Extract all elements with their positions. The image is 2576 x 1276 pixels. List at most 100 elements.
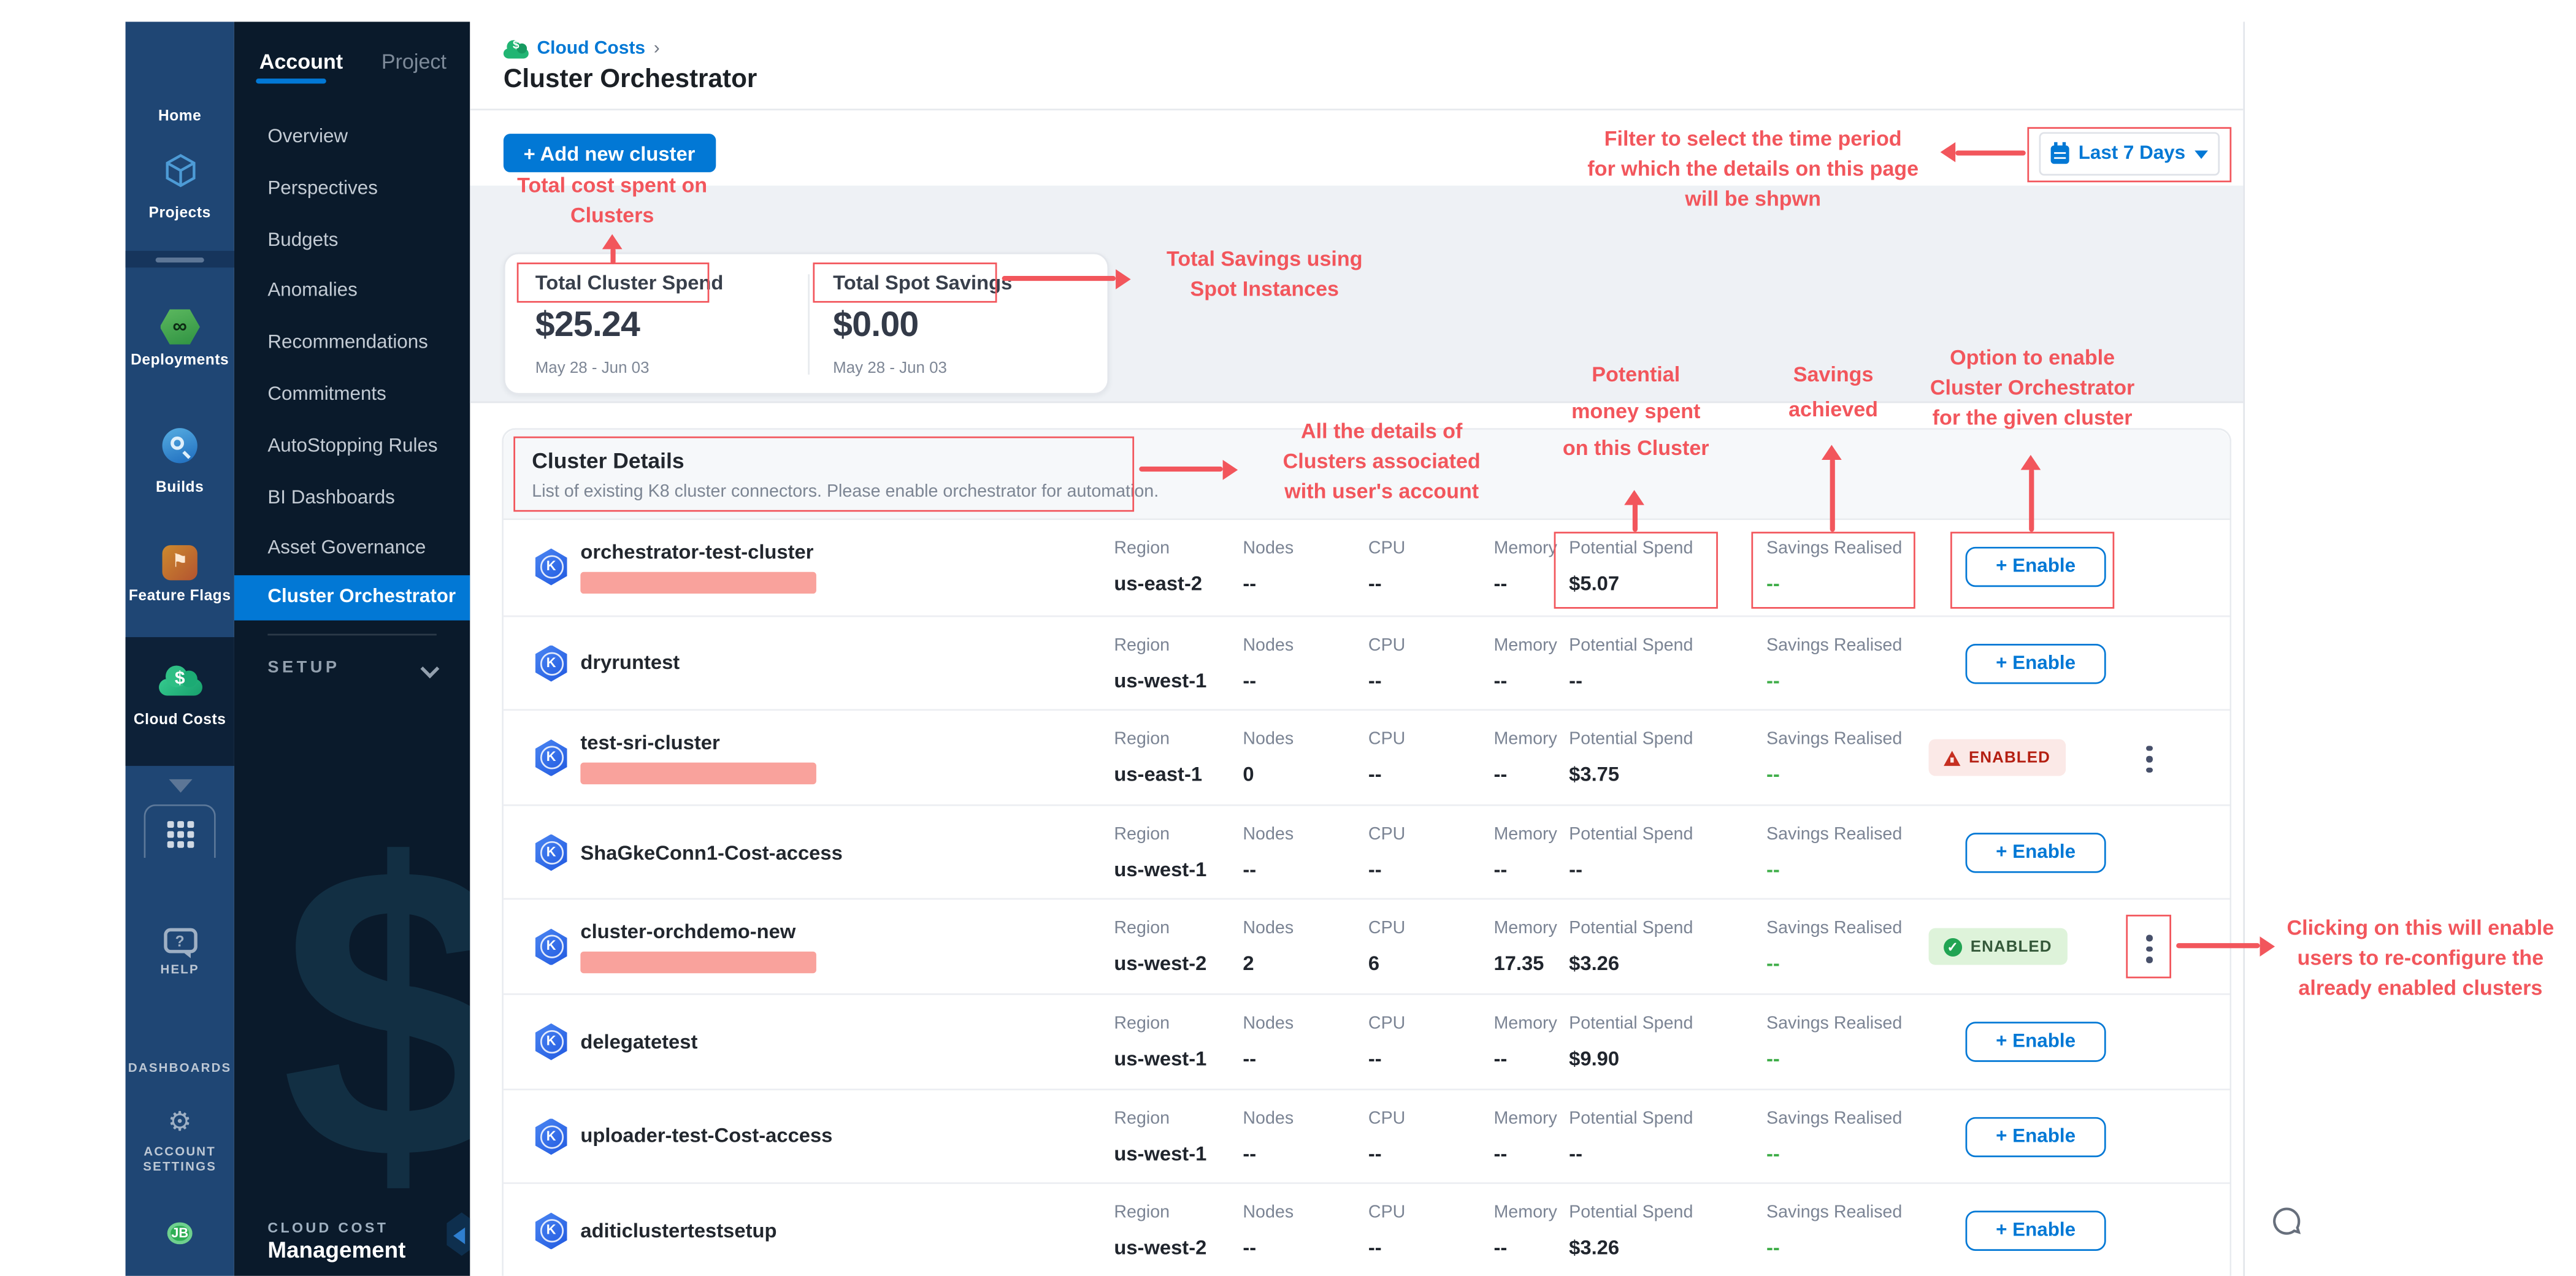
sidebar-divider	[126, 251, 234, 267]
enable-button[interactable]: + Enable	[1966, 1117, 2106, 1156]
sidebar-item-autostopping-rules[interactable]: AutoStopping Rules	[234, 425, 470, 470]
sidebar-item-help[interactable]: ? HELP	[126, 925, 234, 977]
enabled-badge: ✓ENABLED	[1929, 929, 2068, 966]
cell-region: Regionus-east-1	[1114, 711, 1202, 804]
enable-button[interactable]: + Enable	[1966, 643, 2106, 683]
sidebar-item-commitments[interactable]: Commitments	[234, 373, 470, 418]
bottom-label: HELP	[126, 961, 234, 977]
sidebar-item-dashboards[interactable]: DASHBOARDS	[126, 1020, 234, 1075]
column-label: Memory	[1493, 730, 1557, 750]
cluster-name[interactable]: aditiclustertestsetup	[580, 1219, 914, 1242]
date-range-dropdown[interactable]: Last 7 Days	[2039, 132, 2220, 175]
cell-cpu: CPU--	[1368, 1090, 1405, 1183]
sidebar-item-bi-dashboards[interactable]: BI Dashboards	[234, 476, 470, 522]
cell-savings-realised: Savings Realised--	[1766, 616, 1902, 709]
add-new-cluster-button[interactable]: + Add new cluster	[504, 134, 715, 172]
tab-account[interactable]: Account	[259, 50, 343, 74]
cell-cpu: CPU--	[1368, 616, 1405, 709]
cluster-name[interactable]: delegatetest	[580, 1030, 914, 1053]
column-label: Nodes	[1243, 635, 1294, 655]
cluster-name[interactable]: uploader-test-Cost-access	[580, 1125, 914, 1148]
sidebar-item-feature-flags[interactable]: ⚑ Feature Flags	[126, 545, 234, 603]
setup-section-label[interactable]: SETUP	[267, 659, 340, 678]
cell-value: --	[1368, 668, 1405, 692]
cell-value: --	[1766, 1047, 1902, 1070]
chat-support-icon[interactable]	[2268, 1204, 2305, 1241]
sidebar-item-projects[interactable]: Projects	[126, 152, 234, 221]
chevron-down-icon	[2195, 150, 2209, 158]
enable-button[interactable]: + Enable	[1966, 547, 2106, 587]
column-label: Nodes	[1243, 1014, 1294, 1034]
column-label: Region	[1114, 919, 1206, 939]
cell-value: --	[1243, 1047, 1294, 1070]
chevron-left-icon	[453, 1228, 465, 1244]
sidebar-item-cloud-costs[interactable]: $ Cloud Costs	[126, 665, 234, 727]
sidebar-item-home[interactable]: Home	[126, 52, 234, 124]
user-avatar-item[interactable]: JB	[126, 1216, 234, 1251]
column-label: CPU	[1368, 824, 1405, 844]
cluster-name[interactable]: test-sri-cluster	[580, 731, 914, 754]
cloud-costs-sidebar: $ Account Project Overview Perspectives …	[234, 21, 470, 1275]
breadcrumb[interactable]: $ Cloud Costs ›	[504, 37, 660, 60]
sidebar-item-recommendations[interactable]: Recommendations	[234, 321, 470, 367]
cell-savings-realised: Savings Realised--	[1766, 520, 1902, 614]
column-label: Region	[1114, 824, 1206, 844]
column-label: CPU	[1368, 1014, 1405, 1034]
bottom-label: ACCOUNT SETTINGS	[133, 1144, 227, 1174]
enable-button[interactable]: + Enable	[1966, 1211, 2106, 1251]
sidebar-item-asset-governance[interactable]: Asset Governance	[234, 527, 470, 572]
cluster-name-wrap: ShaGkeConn1-Cost-access	[580, 806, 914, 899]
cluster-name[interactable]: cluster-orchdemo-new	[580, 920, 914, 943]
total-spot-savings-stat: Total Spot Savings $0.00 May 28 - Jun 03	[833, 254, 1012, 393]
cell-savings-realised: Savings Realised--	[1766, 711, 1902, 804]
sidebar-item-budgets[interactable]: Budgets	[234, 219, 470, 264]
cell-nodes: Nodes--	[1243, 1184, 1294, 1276]
row-menu-kebab-icon[interactable]	[2139, 930, 2160, 967]
cluster-name[interactable]: orchestrator-test-cluster	[580, 541, 914, 564]
table-row: ShaGkeConn1-Cost-accessRegionus-west-1No…	[504, 804, 2230, 898]
projects-cube-icon	[161, 152, 198, 189]
cluster-details-panel: Cluster Details List of existing K8 clus…	[502, 428, 2231, 1276]
cell-nodes: Nodes--	[1243, 1090, 1294, 1183]
sidebar-item-cluster-orchestrator[interactable]: Cluster Orchestrator	[234, 575, 470, 621]
cluster-name[interactable]: dryruntest	[580, 651, 914, 674]
cell-value: us-east-2	[1114, 572, 1202, 595]
sidebar-item-overview[interactable]: Overview	[234, 115, 470, 161]
cluster-name[interactable]: ShaGkeConn1-Cost-access	[580, 841, 914, 864]
stat-period: May 28 - Jun 03	[535, 359, 724, 378]
enable-button[interactable]: + Enable	[1966, 1022, 2106, 1061]
calendar-icon	[2050, 145, 2068, 163]
cell-value: us-west-2	[1114, 1236, 1206, 1259]
chevron-down-icon[interactable]	[420, 659, 439, 678]
cell-cpu: CPU --	[1368, 995, 1405, 1088]
sidebar-item-deployments[interactable]: ∞ Deployments	[126, 310, 234, 368]
column-label: Nodes	[1243, 538, 1294, 559]
help-chat-icon: ?	[163, 928, 197, 953]
cell-cpu: CPU--	[1368, 806, 1405, 899]
sidebar-item-anomalies[interactable]: Anomalies	[234, 269, 470, 315]
cell-value: --	[1368, 1047, 1405, 1070]
column-label: Nodes	[1243, 1108, 1294, 1128]
breadcrumb-link[interactable]: Cloud Costs	[537, 39, 645, 59]
sidebar-item-account-settings[interactable]: ⚙ ACCOUNT SETTINGS	[126, 1109, 234, 1174]
page-title: Cluster Orchestrator	[504, 65, 757, 95]
column-label: Savings Realised	[1766, 1108, 1902, 1128]
column-label: Savings Realised	[1766, 919, 1902, 939]
stat-value: $25.24	[535, 306, 724, 346]
gear-icon: ⚙	[168, 1109, 192, 1139]
annotation-arrow	[2260, 936, 2275, 956]
section-subtitle: List of existing K8 cluster connectors. …	[532, 481, 1159, 502]
column-label: CPU	[1368, 1202, 1405, 1223]
chevron-down-icon[interactable]	[169, 779, 192, 793]
sidebar-item-perspectives[interactable]: Perspectives	[234, 167, 470, 213]
cluster-rows: orchestrator-test-cluster Region us-east-2…	[504, 520, 2230, 1276]
cell-value: --	[1493, 1236, 1557, 1259]
enable-button[interactable]: + Enable	[1966, 833, 2106, 873]
row-menu-kebab-icon[interactable]	[2139, 741, 2160, 778]
tab-project[interactable]: Project	[381, 50, 447, 74]
cell-potential-spend: Potential Spend--	[1569, 616, 1693, 709]
module-picker-tab[interactable]	[144, 804, 216, 858]
kubernetes-cluster-icon	[535, 1118, 567, 1155]
kubernetes-cluster-icon	[535, 929, 567, 966]
sidebar-item-builds[interactable]: Builds	[126, 428, 234, 495]
